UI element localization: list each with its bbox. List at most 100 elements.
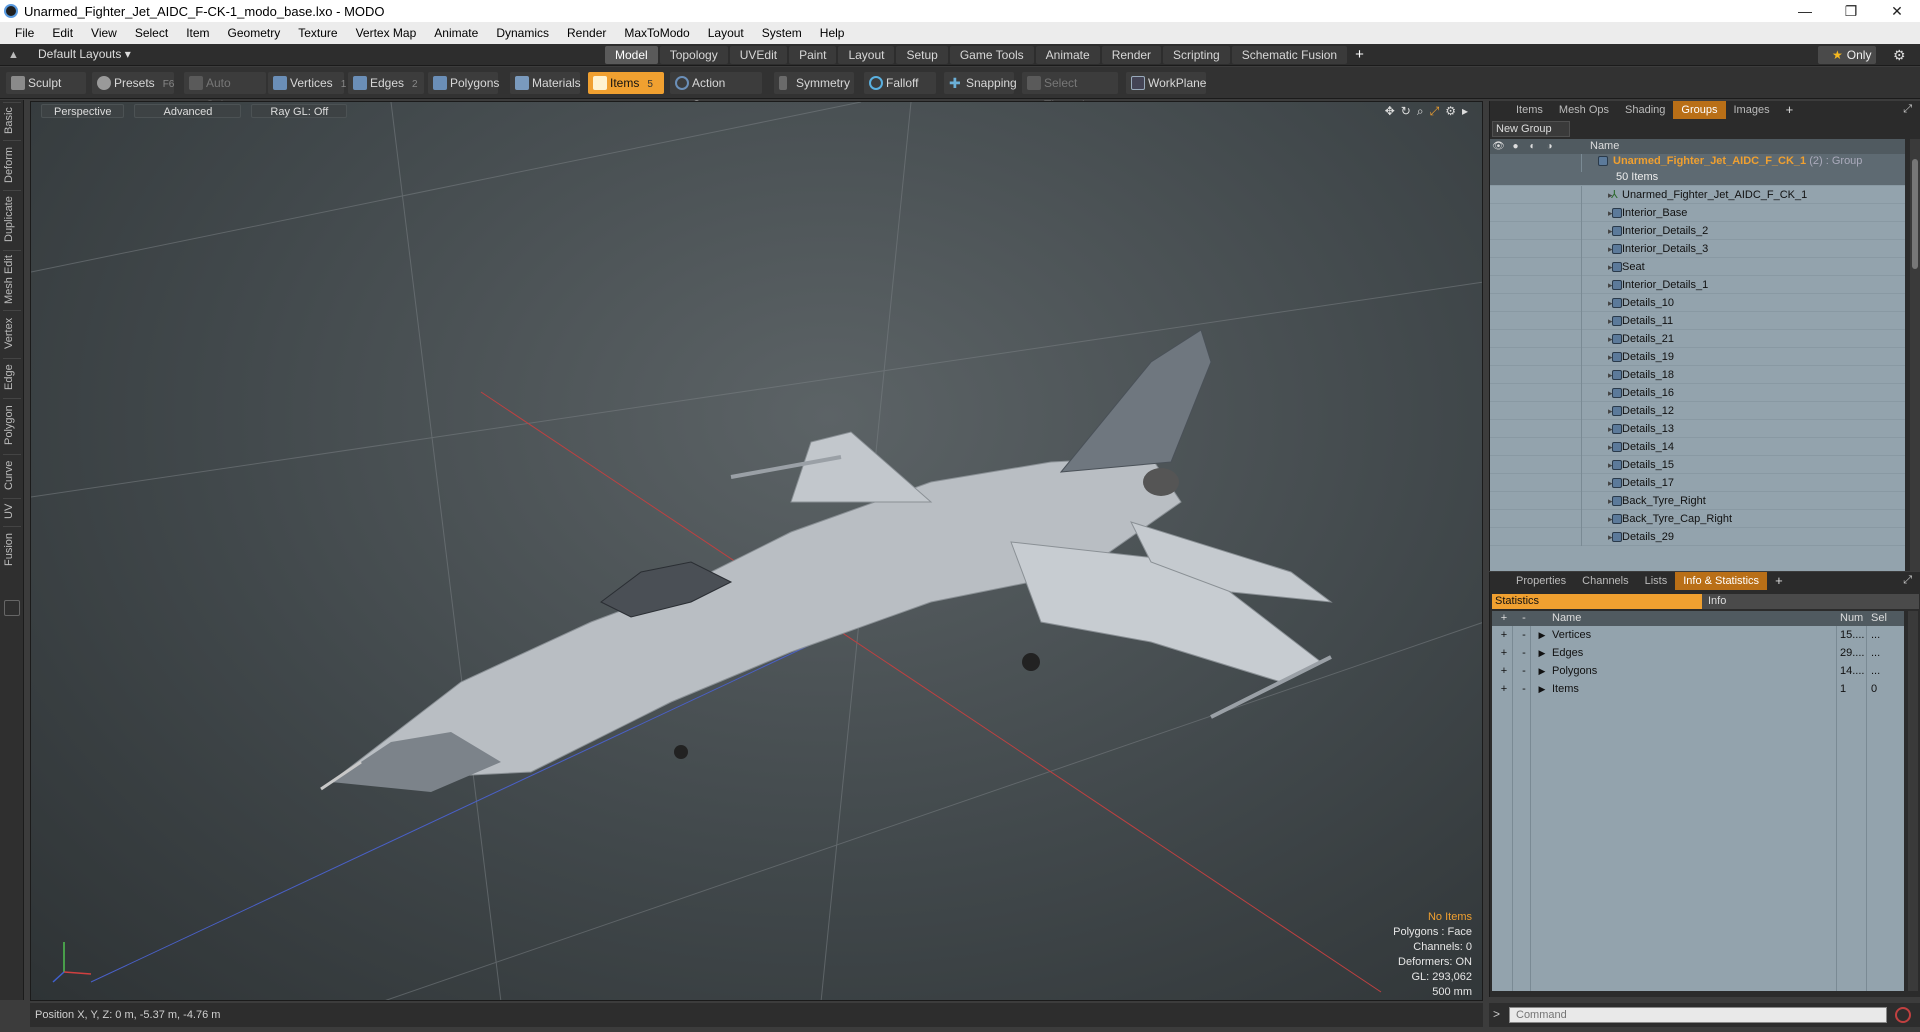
left-tab-basic[interactable]: Basic [3,102,21,138]
tab-groups[interactable]: Groups [1673,101,1726,119]
left-tab-polygon[interactable]: Polygon [3,398,21,452]
workplane-button[interactable]: WorkPlane [1126,72,1206,94]
menu-animate[interactable]: Animate [425,22,487,44]
list-item[interactable]: ▸ Details_18 [1490,366,1905,384]
list-item[interactable]: ▸ ⅄ Unarmed_Fighter_Jet_AIDC_F_CK_1 [1490,186,1905,204]
edges-button[interactable]: Edges 2 [348,72,424,94]
raygl-toggle[interactable]: Ray GL: Off [251,104,348,118]
symmetry-button[interactable]: Symmetry [774,72,854,94]
list-item[interactable]: ▸ Details_21 [1490,330,1905,348]
fit-icon[interactable]: ⤢ [1430,104,1440,119]
table-row[interactable]: + - ▶ Polygons 14.... ... [1492,662,1904,680]
gear-icon[interactable]: ⚙ [1893,47,1906,64]
left-tab-vertex[interactable]: Vertex [3,310,21,356]
list-item[interactable]: ▸ Interior_Details_3 [1490,240,1905,258]
tab-topology[interactable]: Topology [659,46,728,64]
tab-properties[interactable]: Properties [1508,572,1574,590]
expand-arrow-icon[interactable]: ▶ [1536,644,1548,662]
row-remove-button[interactable]: - [1518,626,1530,644]
num-column-header[interactable]: Num [1840,611,1863,626]
row-add-button[interactable]: + [1498,680,1510,698]
tab-items[interactable]: Items [1508,101,1551,119]
select-through-button[interactable]: Select Through [1022,72,1118,112]
falloff-button[interactable]: Falloff [864,72,936,94]
menu-system[interactable]: System [753,22,811,44]
items-button[interactable]: Items 5 [588,72,664,94]
presets-button[interactable]: Presets F6 [92,72,174,94]
expand-arrow-icon[interactable]: ▶ [1536,680,1548,698]
add-panel-tab-button[interactable]: + [1778,101,1802,119]
sculpt-button[interactable]: Sculpt [6,72,86,94]
left-tab-curve[interactable]: Curve [3,454,21,496]
tab-schematic-fusion[interactable]: Schematic Fusion [1231,46,1348,64]
menu-maxtomodo[interactable]: MaxToModo [615,22,698,44]
table-row[interactable]: + - ▶ Vertices 15.... ... [1492,626,1904,644]
command-input[interactable] [1509,1007,1887,1023]
rotate-icon[interactable]: ↻ [1401,104,1411,119]
add-tab-button[interactable]: + [1349,46,1370,64]
zoom-icon[interactable]: ⌕ [1417,104,1424,119]
left-tab-mesh-edit[interactable]: Mesh Edit [3,250,21,308]
list-item[interactable]: ▸ Details_13 [1490,420,1905,438]
maximize-button[interactable]: ❐ [1828,0,1874,22]
row-remove-button[interactable]: - [1518,680,1530,698]
tab-mesh-ops[interactable]: Mesh Ops [1551,101,1617,119]
list-item[interactable]: ▸ Details_12 [1490,402,1905,420]
group-list-scrollbar[interactable] [1910,139,1920,571]
list-item[interactable]: ▸ Details_15 [1490,456,1905,474]
list-item[interactable]: ▸ Details_11 [1490,312,1905,330]
menu-dynamics[interactable]: Dynamics [487,22,558,44]
menu-edit[interactable]: Edit [43,22,82,44]
tab-scripting[interactable]: Scripting [1163,46,1230,64]
statistics-subtab[interactable]: Statistics [1492,594,1702,609]
left-tab-edge[interactable]: Edge [3,358,21,396]
panel-maximize-icon[interactable]: ⤢ [1903,574,1912,587]
scrollbar-thumb[interactable] [1912,159,1918,269]
left-tab-deform[interactable]: Deform [3,140,21,188]
row-add-button[interactable]: + [1498,626,1510,644]
list-item[interactable]: ▸ Interior_Details_2 [1490,222,1905,240]
info-subtab[interactable]: Info [1702,594,1919,609]
table-row[interactable]: + - ▶ Items 1 0 [1492,680,1904,698]
pan-icon[interactable]: ✥ [1385,104,1395,119]
tab-channels[interactable]: Channels [1574,572,1636,590]
tab-paint[interactable]: Paint [789,46,837,64]
statistics-scrollbar[interactable] [1908,611,1918,991]
shading-mode-dropdown[interactable]: Advanced [134,104,242,118]
sel-column-header[interactable]: Sel [1871,611,1887,626]
only-toggle[interactable]: ★ Only [1818,46,1876,64]
viewport-menu-icon[interactable]: ▸ [1462,104,1468,119]
tab-lists[interactable]: Lists [1637,572,1676,590]
viewport-settings-icon[interactable]: ⚙ [1445,104,1456,119]
row-remove-button[interactable]: - [1518,644,1530,662]
tab-model[interactable]: Model [605,46,658,64]
layout-collapse-icon[interactable]: ▲ [8,49,20,61]
menu-texture[interactable]: Texture [289,22,346,44]
panel-maximize-icon[interactable]: ⤢ [1903,103,1912,116]
list-item[interactable]: ▸ Details_10 [1490,294,1905,312]
tab-layout[interactable]: Layout [838,46,895,64]
close-button[interactable]: ✕ [1874,0,1920,22]
add-panel-tab-button[interactable]: + [1767,572,1791,590]
menu-help[interactable]: Help [811,22,854,44]
list-item[interactable]: ▸ Interior_Base [1490,204,1905,222]
menu-file[interactable]: File [6,22,43,44]
tab-shading[interactable]: Shading [1617,101,1673,119]
menu-geometry[interactable]: Geometry [219,22,290,44]
row-remove-button[interactable]: - [1518,662,1530,680]
list-item[interactable]: ▸ Details_19 [1490,348,1905,366]
new-group-button[interactable]: New Group [1492,121,1570,137]
row-add-button[interactable]: + [1498,644,1510,662]
menu-item[interactable]: Item [177,22,218,44]
list-item[interactable]: ▸ Details_17 [1490,474,1905,492]
layout-selector[interactable]: Default Layouts ▾ [38,47,131,61]
snapping-button[interactable]: ✚ Snapping [944,72,1017,94]
left-tab-uv[interactable]: UV [3,498,21,524]
left-tab-fusion[interactable]: Fusion [3,526,21,572]
list-item[interactable]: ▸ Details_14 [1490,438,1905,456]
collapse-all-button[interactable]: - [1518,611,1530,626]
tab-game-tools[interactable]: Game Tools [949,46,1034,64]
minimize-button[interactable]: — [1782,0,1828,22]
menu-vertex-map[interactable]: Vertex Map [347,22,426,44]
table-row[interactable]: + - ▶ Edges 29.... ... [1492,644,1904,662]
